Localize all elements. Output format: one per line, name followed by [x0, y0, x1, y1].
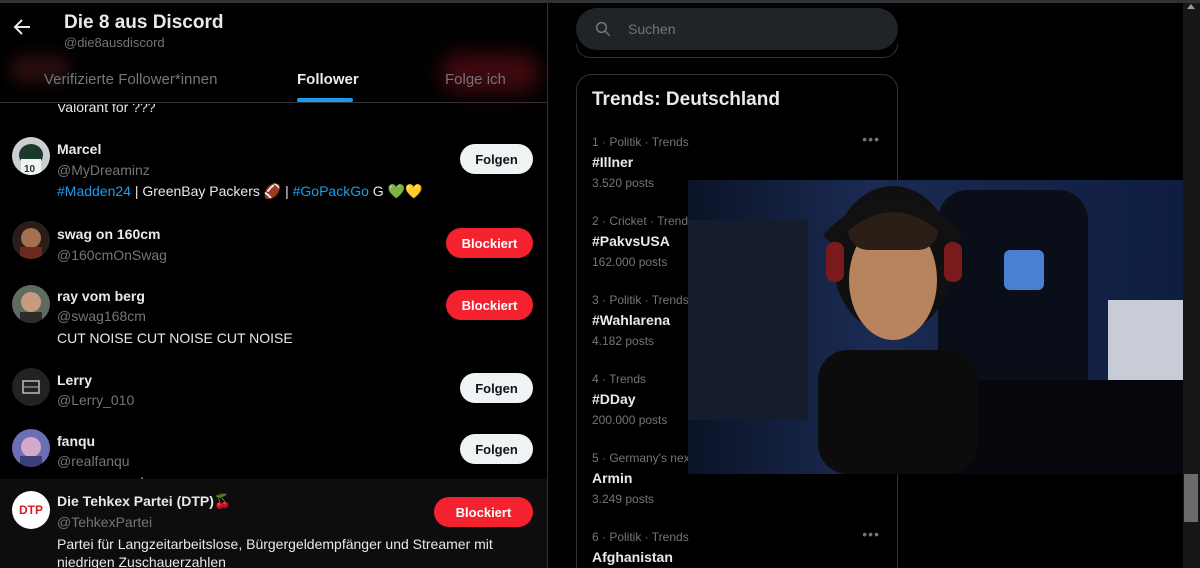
follower-handle[interactable]: @MyDreaminz: [57, 162, 150, 178]
webcam-feed-image: [688, 180, 1200, 474]
follower-handle[interactable]: @Lerry_010: [57, 392, 134, 408]
search-input[interactable]: Suchen: [628, 21, 675, 37]
follower-row[interactable]: Lerry @Lerry_010 Folgen: [0, 358, 547, 418]
bio-text: | GreenBay Packers 🏈 |: [130, 183, 293, 199]
follower-handle[interactable]: @swag168cm: [57, 308, 146, 324]
search-icon: [595, 21, 611, 37]
follower-name[interactable]: Lerry: [57, 372, 92, 388]
follower-handle[interactable]: @TehkexPartei: [57, 514, 152, 530]
page-handle: @die8ausdiscord: [64, 35, 165, 50]
blocked-button[interactable]: Blockiert: [434, 497, 533, 527]
follower-row[interactable]: ray vom berg @swag168cm CUT NOISE CUT NO…: [0, 275, 547, 353]
trend-name: Afghanistan: [592, 549, 673, 565]
follower-name[interactable]: Die Tehkex Partei (DTP)🍒: [57, 493, 231, 510]
trend-meta: 6 · Politik · Trends: [592, 530, 689, 544]
bio-text: G 💚💛: [368, 183, 423, 199]
follower-handle[interactable]: @realfanqu: [57, 453, 130, 469]
tab-following[interactable]: Folge ich: [445, 71, 506, 88]
follower-name[interactable]: fanqu: [57, 433, 95, 449]
scroll-up-icon[interactable]: [1187, 4, 1195, 9]
hashtag-link[interactable]: #Madden24: [57, 183, 131, 199]
tab-followers[interactable]: Follower: [297, 71, 359, 88]
follower-handle[interactable]: @160cmOnSwag: [57, 247, 167, 263]
active-tab-indicator: [297, 98, 353, 102]
follower-name[interactable]: Marcel: [57, 141, 101, 157]
blocked-button[interactable]: Blockiert: [446, 290, 533, 320]
avatar-logo-text: DTP: [19, 503, 43, 517]
trends-title: Trends: Deutschland: [592, 89, 780, 110]
follower-bio: #Madden24 | GreenBay Packers 🏈 | #GoPack…: [57, 183, 422, 200]
avatar[interactable]: [12, 221, 50, 259]
follower-row[interactable]: DTP Die Tehkex Partei (DTP)🍒 @TehkexPart…: [0, 479, 547, 568]
scrollbar-thumb[interactable]: [1184, 474, 1198, 522]
webcam-overlay: [688, 180, 1200, 474]
follow-button[interactable]: Folgen: [460, 144, 533, 174]
trend-item[interactable]: 6 · Politik · Trends Afghanistan •••: [592, 526, 882, 565]
avatar[interactable]: DTP: [12, 491, 50, 529]
blocked-button[interactable]: Blockiert: [446, 228, 533, 258]
trend-meta: 1 · Politik · Trends: [592, 135, 689, 149]
tab-bar: Verifizierte Follower*innen Follower Fol…: [0, 65, 547, 103]
hashtag-link[interactable]: #GoPackGo: [293, 183, 369, 199]
more-options-icon[interactable]: •••: [862, 526, 880, 542]
search-bar[interactable]: Suchen: [576, 8, 898, 50]
avatar[interactable]: [12, 429, 50, 467]
avatar[interactable]: [12, 368, 50, 406]
avatar[interactable]: [12, 285, 50, 323]
tab-verified-followers[interactable]: Verifizierte Follower*innen: [44, 71, 217, 88]
follower-name[interactable]: ray vom berg: [57, 288, 145, 304]
follow-button[interactable]: Folgen: [460, 434, 533, 464]
follower-name[interactable]: swag on 160cm: [57, 226, 161, 242]
page-title: Die 8 aus Discord: [64, 12, 224, 33]
follower-row[interactable]: 10 Marcel @MyDreaminz #Madden24 | GreenB…: [0, 127, 547, 207]
trend-name: #Illner: [592, 154, 634, 170]
profile-header: Die 8 aus Discord @die8ausdiscord Verifi…: [0, 3, 547, 103]
trend-posts: 3.249 posts: [592, 492, 655, 506]
avatar[interactable]: 10: [12, 137, 50, 175]
follower-bio: niedrigen Zuschauerzahlen: [57, 554, 226, 568]
back-arrow-icon[interactable]: [10, 15, 34, 39]
svg-text:10: 10: [24, 164, 36, 175]
more-options-icon[interactable]: •••: [862, 131, 880, 147]
follower-bio: Partei für Langzeitarbeitslose, Bürgerge…: [57, 536, 493, 552]
follow-button[interactable]: Folgen: [460, 373, 533, 403]
follower-row[interactable]: fanqu @realfanqu Folgen: [0, 419, 547, 496]
followers-column: Die 8 aus Discord @die8ausdiscord Verifi…: [0, 3, 548, 568]
follower-row[interactable]: swag on 160cm @160cmOnSwag Blockiert: [0, 213, 547, 273]
follower-bio: CUT NOISE CUT NOISE CUT NOISE: [57, 330, 293, 346]
